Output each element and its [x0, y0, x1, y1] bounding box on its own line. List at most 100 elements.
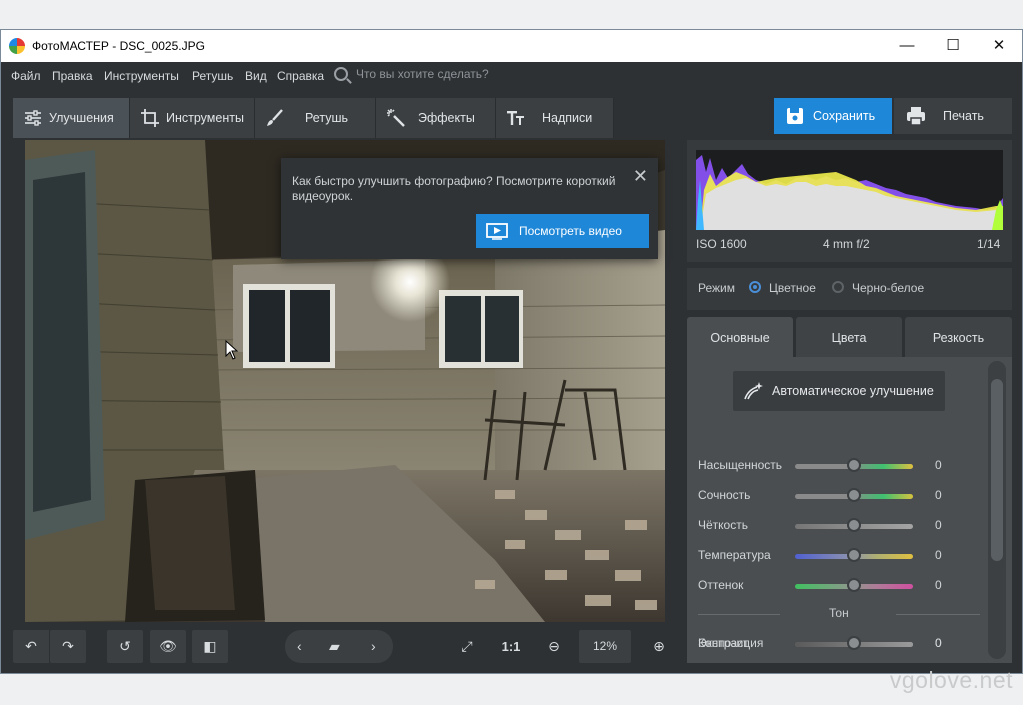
mode-color-label[interactable]: Цветное	[769, 281, 816, 295]
tone-section-header: Тон	[687, 606, 987, 626]
histogram-chart	[696, 150, 1003, 230]
zoom-out-icon: ⊖	[548, 638, 560, 654]
histogram-iso: ISO 1600	[696, 237, 747, 251]
print-button[interactable]: Печать	[894, 98, 1012, 134]
slider-knob[interactable]	[847, 458, 861, 472]
adjustments-scrollbar[interactable]	[988, 361, 1006, 659]
slider-row-temperature: Температура 0	[687, 546, 1012, 566]
adjustment-tabs: Основные Цвета Резкость	[687, 317, 1012, 357]
slider-knob[interactable]	[847, 548, 861, 562]
brush-icon	[267, 109, 283, 126]
preview-button[interactable]: 👁	[150, 630, 186, 663]
search-placeholder: Что вы хотите сделать?	[356, 67, 489, 81]
tab-tools[interactable]: Инструменты	[130, 98, 255, 138]
minimize-button[interactable]: —	[884, 30, 930, 62]
histogram-shutter: 1/14	[977, 237, 1001, 251]
navigation-group: ‹ ▰ ›	[285, 630, 393, 663]
save-button[interactable]: Сохранить	[774, 98, 892, 134]
video-play-icon	[486, 223, 508, 240]
slider-value: 0	[935, 578, 942, 592]
video-tip-popup: Как быстро улучшить фотографию? Посмотри…	[281, 158, 658, 259]
zoom-level[interactable]: 12%	[579, 630, 631, 663]
menu-tools[interactable]: Инструменты	[104, 69, 179, 83]
menu-file[interactable]: Файл	[11, 69, 41, 83]
watch-video-button[interactable]: Посмотреть видео	[476, 214, 649, 248]
watch-video-label: Посмотреть видео	[519, 224, 622, 238]
eye-icon: 👁	[159, 638, 177, 654]
mode-bw-label[interactable]: Черно-белое	[852, 281, 924, 295]
maximize-button[interactable]: ☐	[930, 30, 976, 62]
auto-enhance-label: Автоматическое улучшение	[772, 384, 934, 398]
slider-knob[interactable]	[847, 488, 861, 502]
radio-bw[interactable]	[832, 281, 844, 293]
menu-edit[interactable]: Правка	[52, 69, 93, 83]
tab-label: Улучшения	[49, 111, 114, 125]
zoom-one-to-one-button[interactable]: 1:1	[493, 630, 529, 663]
color-mode-panel: Режим Цветное Черно-белое	[687, 268, 1012, 310]
zoom-out-button[interactable]: ⊖	[541, 630, 567, 663]
app-window: ФотоМАСТЕР - DSC_0025.JPG — ☐ ✕ Файл Пра…	[0, 29, 1023, 674]
subtab-basic[interactable]: Основные	[687, 317, 793, 357]
watermark: vgolove.net	[889, 667, 1013, 693]
tab-retouch[interactable]: Ретушь	[255, 98, 376, 138]
tone-label: Тон	[829, 606, 849, 620]
tone-divider-left	[698, 614, 780, 615]
next-photo-icon[interactable]: ›	[371, 630, 376, 663]
save-label: Сохранить	[813, 109, 876, 123]
slider-value: 0	[935, 458, 942, 472]
slider-knob[interactable]	[847, 518, 861, 532]
prev-photo-icon[interactable]: ‹	[297, 630, 302, 663]
text-icon	[507, 111, 524, 125]
menu-retouch[interactable]: Ретушь	[192, 69, 233, 83]
open-folder-icon[interactable]: ▰	[329, 630, 340, 663]
tab-label: Эффекты	[418, 111, 475, 125]
menu-help[interactable]: Справка	[277, 69, 324, 83]
auto-enhance-button[interactable]: Автоматическое улучшение	[733, 371, 945, 411]
window-title: ФотоМАСТЕР - DSC_0025.JPG	[32, 39, 205, 53]
save-icon	[787, 108, 803, 124]
slider-value: 0	[935, 548, 942, 562]
slider-row-saturation: Насыщенность 0	[687, 456, 1012, 476]
zoom-in-button[interactable]: ⊕	[646, 630, 672, 663]
tab-effects[interactable]: Эффекты	[376, 98, 496, 138]
search-icon	[334, 67, 348, 81]
subtab-colors[interactable]: Цвета	[796, 317, 902, 357]
slider-knob[interactable]	[847, 578, 861, 592]
redo-button[interactable]: ↷	[50, 630, 86, 663]
tab-label: Инструменты	[166, 111, 244, 125]
slider-label: Оттенок	[698, 578, 744, 592]
tab-improvements[interactable]: Улучшения	[13, 98, 130, 138]
compare-button[interactable]: ◧	[192, 630, 228, 663]
compare-icon: ◧	[203, 638, 217, 654]
fit-screen-button[interactable]: ⤢	[451, 630, 483, 663]
print-label: Печать	[943, 109, 984, 123]
slider-row-clarity: Чёткость 0	[687, 516, 1012, 536]
magic-wand-icon	[387, 109, 405, 127]
close-button[interactable]: ✕	[976, 30, 1022, 62]
slider-value: 0	[935, 636, 942, 650]
slider-row-tint: Оттенок 0	[687, 576, 1012, 596]
popup-text: Как быстро улучшить фотографию? Посмотри…	[292, 174, 616, 203]
menu-view[interactable]: Вид	[245, 69, 267, 83]
reset-icon: ↺	[119, 638, 131, 654]
histogram-graph	[696, 155, 1003, 230]
auto-enhance-icon	[744, 382, 763, 400]
slider-row-contrast-visible: Контраст 0	[687, 634, 1012, 654]
radio-color[interactable]	[749, 281, 761, 293]
reset-button[interactable]: ↺	[107, 630, 143, 663]
redo-icon: ↷	[62, 638, 74, 654]
slider-label: Насыщенность	[698, 458, 783, 472]
slider-knob[interactable]	[847, 636, 861, 650]
crop-icon	[141, 109, 159, 127]
title-bar: ФотоМАСТЕР - DSC_0025.JPG — ☐ ✕	[1, 30, 1022, 62]
mode-label: Режим	[698, 281, 735, 295]
menu-search[interactable]: Что вы хотите сделать?	[334, 67, 489, 81]
undo-button[interactable]: ↶	[13, 630, 49, 663]
subtab-sharpness[interactable]: Резкость	[905, 317, 1012, 357]
tab-captions[interactable]: Надписи	[496, 98, 614, 138]
slider-label: Чёткость	[698, 518, 748, 532]
slider-label: Сочность	[698, 488, 751, 502]
popup-close-icon[interactable]: ✕	[633, 166, 648, 187]
scrollbar-thumb[interactable]	[991, 379, 1003, 561]
histogram-lens: 4 mm f/2	[823, 237, 870, 251]
